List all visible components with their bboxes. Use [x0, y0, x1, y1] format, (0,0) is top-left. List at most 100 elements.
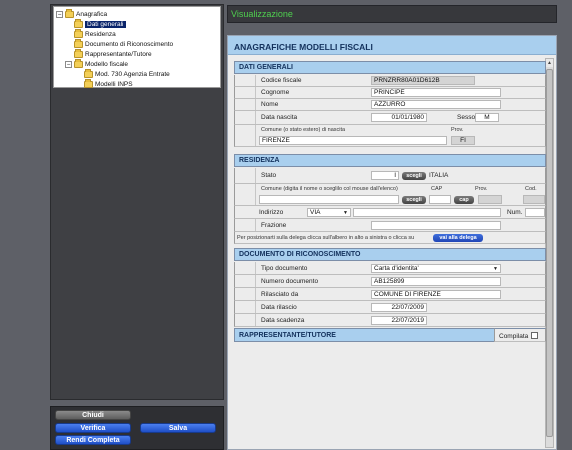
folder-icon	[74, 38, 83, 48]
cognome-field[interactable]: PRINCIPE	[371, 88, 501, 97]
stato-value: ITALIA	[429, 172, 449, 179]
codice-fiscale-label: Codice fiscale	[261, 77, 302, 84]
collapse-icon[interactable]: −	[56, 10, 63, 18]
rendi-completa-button[interactable]: Rendi Completa	[55, 435, 131, 445]
form-title: ANAGRAFICHE MODELLI FISCALI	[234, 42, 373, 52]
nome-field[interactable]: AZZURRO	[371, 100, 501, 109]
row-comune-residenza: Comune (digita il nome o sceglilo col mo…	[234, 184, 546, 206]
rilasciato-da-label: Rilasciato da	[261, 291, 299, 298]
prov-residenza-field[interactable]	[478, 195, 502, 204]
section-title: RAPPRESENTANTE/TUTORE	[239, 332, 336, 339]
tree-item-label: Mod. 730 Agenzia Entrate	[95, 70, 170, 78]
dropdown-arrow-icon: ▼	[493, 266, 498, 272]
row-delega: Per posizionarti sulla delega clicca sul…	[234, 232, 546, 244]
cap-label: CAP	[431, 186, 443, 192]
row-data-scadenza: Data scadenza 22/07/2019	[234, 314, 546, 327]
vai-alla-delega-button[interactable]: vai alla delega	[433, 234, 483, 242]
frazione-label: Frazione	[261, 222, 287, 229]
verifica-button[interactable]: Verifica	[55, 423, 131, 433]
scroll-up-icon[interactable]: ▲	[546, 59, 553, 67]
row-frazione: Frazione	[234, 219, 546, 232]
tree-item-label: Documento di Riconoscimento	[85, 40, 174, 48]
num-field[interactable]	[525, 208, 545, 217]
data-scadenza-label: Data scadenza	[261, 317, 305, 324]
tree-item-documento[interactable]: Documento di Riconoscimento	[74, 38, 174, 49]
section-title: DOCUMENTO DI RICONOSCIMENTO	[239, 251, 361, 258]
comune-residenza-field[interactable]	[259, 195, 399, 204]
row-tipo-documento: Tipo documento Carta d'identita' ▼	[234, 262, 546, 275]
tree-item-label: Rappresentante/Tutore	[85, 50, 152, 58]
section-title: RESIDENZA	[239, 157, 280, 164]
tree-item-modelli-inps[interactable]: Modelli INPS	[84, 78, 133, 89]
row-nome: Nome AZZURRO	[234, 99, 546, 111]
compilata-checkbox[interactable]	[531, 332, 538, 339]
codice-fiscale-field[interactable]: PRNZRR80A01D612B	[371, 76, 475, 85]
prov-label: Prov.	[451, 127, 464, 133]
folder-open-icon	[74, 58, 83, 68]
navigation-tree: − Anagrafica Dati generali Residenza Doc…	[53, 6, 221, 88]
folder-icon	[84, 78, 93, 88]
section-documento: DOCUMENTO DI RICONOSCIMENTO	[234, 248, 546, 261]
folder-open-icon	[65, 8, 74, 18]
stato-label: Stato	[261, 172, 277, 179]
collapse-icon[interactable]: −	[65, 60, 72, 68]
salva-button[interactable]: Salva	[140, 423, 216, 433]
scroll-thumb[interactable]	[546, 69, 553, 437]
toponimo-select[interactable]: VIA ▼	[307, 208, 351, 217]
prov-nascita-field[interactable]: FI	[451, 136, 475, 145]
tree-item-mod-730[interactable]: Mod. 730 Agenzia Entrate	[84, 68, 170, 79]
sesso-field[interactable]: M	[475, 113, 499, 122]
numero-documento-field[interactable]: AB125899	[371, 277, 501, 286]
tree-item-label: Residenza	[85, 30, 116, 38]
cap-button[interactable]: cap	[454, 196, 474, 204]
tipo-documento-select[interactable]: Carta d'identita' ▼	[371, 264, 501, 273]
compilata-box: Compilata	[494, 328, 546, 342]
nome-label: Nome	[261, 101, 279, 108]
data-rilascio-label: Data rilascio	[261, 304, 297, 311]
tree-item-dati-generali[interactable]: Dati generali	[74, 18, 126, 29]
scegli-comune-button[interactable]: scegli	[402, 196, 426, 204]
tree-item-modello-fiscale[interactable]: − Modello fiscale	[65, 58, 128, 69]
cod-field[interactable]	[523, 195, 545, 204]
compilata-label: Compilata	[499, 333, 529, 340]
row-data-nascita: Data nascita 01/01/1980 Sesso M	[234, 111, 546, 125]
section-residenza: RESIDENZA	[234, 154, 546, 167]
folder-icon	[74, 18, 83, 28]
data-rilascio-field[interactable]: 22/07/2009	[371, 303, 427, 312]
scegli-stato-button[interactable]: scegli	[402, 172, 426, 180]
data-scadenza-field[interactable]: 22/07/2019	[371, 316, 427, 325]
comune-nascita-label: Comune (o stato estero) di nascita	[261, 127, 346, 133]
delega-text: Per posizionarti sulla delega clicca sul…	[237, 235, 415, 241]
tipo-documento-value: Carta d'identita'	[374, 265, 419, 272]
cod-label: Cod.	[525, 186, 537, 192]
row-indirizzo: Indirizzo VIA ▼ Num.	[234, 206, 546, 219]
numero-documento-label: Numero documento	[261, 278, 319, 285]
vertical-scrollbar[interactable]: ▲	[545, 58, 554, 448]
tree-item-label: Modello fiscale	[85, 60, 128, 68]
section-dati-generali: DATI GENERALI	[234, 61, 546, 74]
indirizzo-field[interactable]	[353, 208, 501, 217]
tree-item-rappresentante[interactable]: Rappresentante/Tutore	[74, 48, 152, 59]
stato-code-field[interactable]: I	[371, 171, 399, 180]
data-nascita-field[interactable]: 01/01/1980	[371, 113, 427, 122]
visualizzazione-title: Visualizzazione	[231, 9, 293, 19]
chiudi-button[interactable]: Chiudi	[55, 410, 131, 420]
row-cognome: Cognome PRINCIPE	[234, 87, 546, 99]
data-nascita-label: Data nascita	[261, 114, 298, 121]
prov-residenza-label: Prov.	[475, 186, 488, 192]
rilasciato-da-field[interactable]: COMUNE DI FIRENZE	[371, 290, 501, 299]
cognome-label: Cognome	[261, 89, 290, 96]
row-stato: Stato I scegli ITALIA	[234, 168, 546, 184]
tree-item-anagrafica[interactable]: − Anagrafica	[56, 8, 108, 19]
tree-item-residenza[interactable]: Residenza	[74, 28, 116, 39]
cap-field[interactable]	[429, 195, 451, 204]
tree-item-label: Anagrafica	[76, 10, 108, 18]
comune-nascita-field[interactable]: FIRENZE	[259, 136, 447, 145]
row-numero-documento: Numero documento AB125899	[234, 275, 546, 288]
tipo-documento-label: Tipo documento	[261, 265, 308, 272]
frazione-field[interactable]	[371, 221, 501, 230]
form-header: ANAGRAFICHE MODELLI FISCALI	[228, 36, 556, 55]
row-rilasciato-da: Rilasciato da COMUNE DI FIRENZE	[234, 288, 546, 301]
folder-icon	[84, 68, 93, 78]
section-title: DATI GENERALI	[239, 64, 293, 71]
